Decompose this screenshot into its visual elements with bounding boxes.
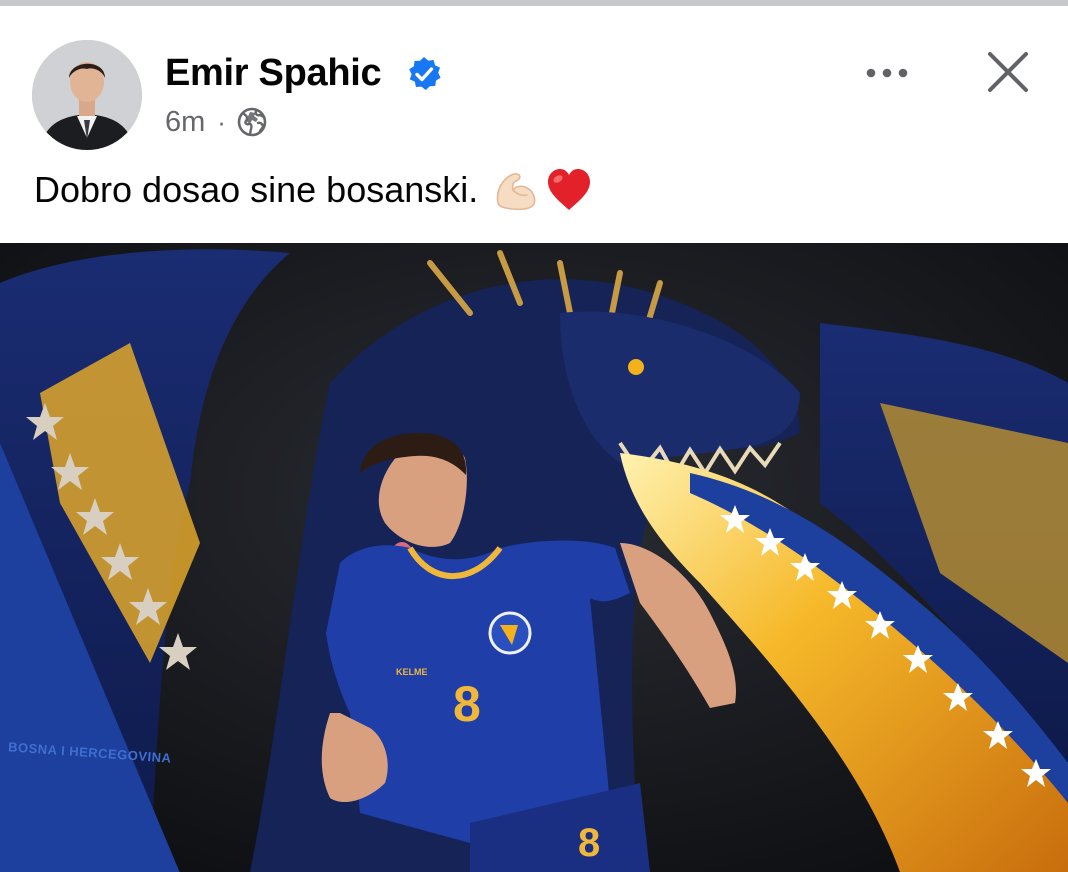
post-message-text: Dobro dosao sine bosanski. — [34, 169, 479, 210]
post-meta: 6m · — [165, 102, 268, 142]
flexed-biceps-emoji — [497, 173, 536, 211]
post-message: Dobro dosao sine bosanski. — [34, 168, 592, 212]
kit-brand-logo: KELME — [396, 667, 428, 677]
close-icon[interactable] — [980, 44, 1036, 100]
post-timestamp[interactable]: 6m — [165, 106, 205, 139]
shorts-number: 8 — [578, 821, 601, 865]
verified-badge-icon — [409, 57, 441, 90]
more-options-button[interactable] — [858, 56, 916, 90]
red-heart-emoji — [548, 169, 591, 210]
post-header: Emir Spahic 6m · — [0, 6, 1068, 166]
author-name[interactable]: Emir Spahic — [165, 52, 382, 95]
meta-separator: · — [217, 106, 226, 137]
globe-icon[interactable] — [236, 106, 268, 138]
jersey-number: 8 — [453, 676, 481, 732]
post-image[interactable]: BOSNA I HERCEGOVINA KELME 8 8 — [0, 243, 1068, 872]
author-avatar[interactable] — [32, 40, 142, 150]
